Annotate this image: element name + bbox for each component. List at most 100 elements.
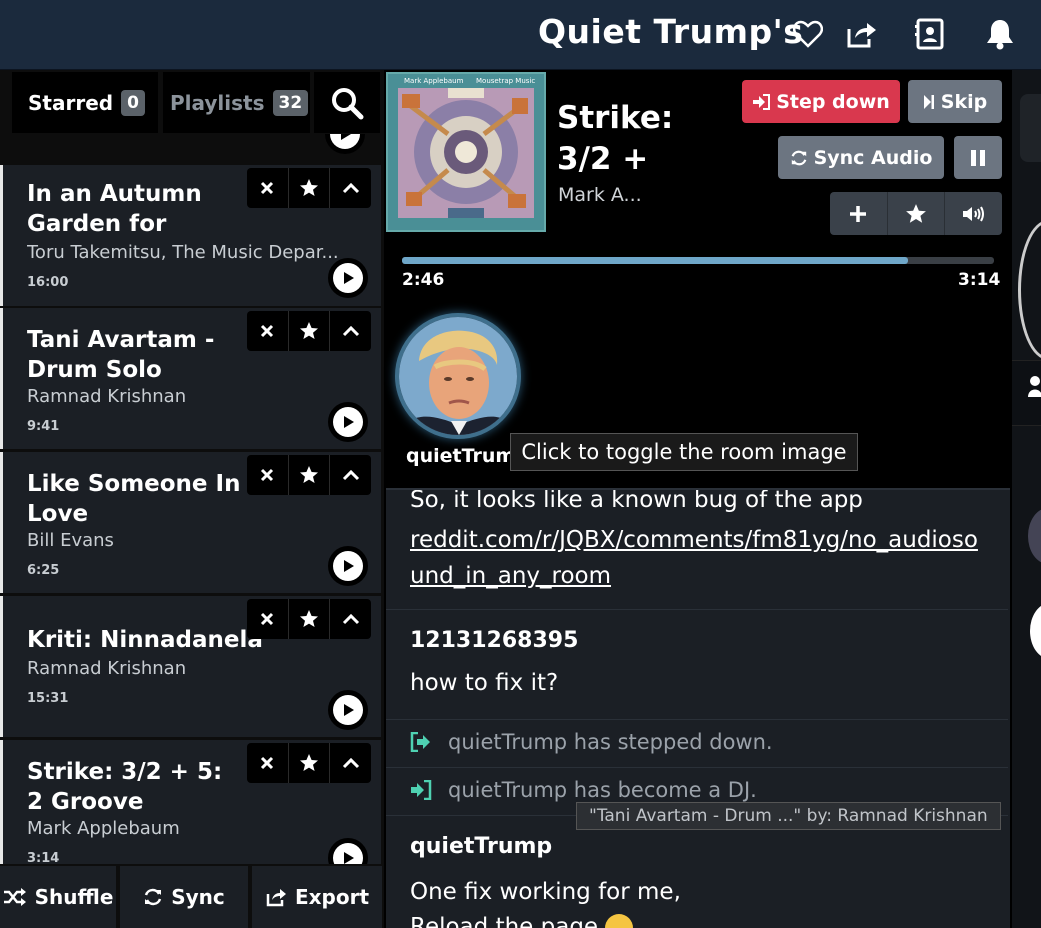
- remove-icon[interactable]: [247, 743, 289, 783]
- track-actions: [247, 168, 371, 208]
- chat-message: 12131268395 how to fix it?: [386, 610, 1008, 720]
- users-tab[interactable]: [1012, 360, 1041, 426]
- track-artist: Toru Takemitsu, The Music Depar...: [27, 242, 339, 263]
- chevron-up-icon[interactable]: [330, 599, 371, 639]
- chevron-up-icon[interactable]: [330, 743, 371, 783]
- sync-audio-label: Sync Audio: [813, 146, 933, 169]
- track-duration: 9:41: [27, 419, 60, 434]
- queue-actions: Shuffle Sync Export: [0, 864, 384, 928]
- track-title: Strike: 3/2 + 5: 2 Groove: [27, 759, 223, 815]
- track-actions: [247, 599, 371, 639]
- album-cover-image: [398, 88, 534, 218]
- chat-username: quietTrump: [410, 834, 553, 859]
- sync-audio-button[interactable]: Sync Audio: [778, 136, 944, 179]
- volume-icon[interactable]: [945, 192, 1002, 235]
- step-down-label: Step down: [776, 90, 890, 113]
- system-message-content: quietTrump has stepped down.: [410, 730, 773, 754]
- now-playing-title-text: Strike: 3/2 +: [557, 100, 674, 177]
- users-icon: [1028, 376, 1041, 397]
- chat-panel: So, it looks like a known bug of the app…: [386, 488, 1010, 928]
- queue-list: In an Autumn Garden for Toru Takemitsu, …: [0, 134, 384, 864]
- room-header: Quiet Trump's: [0, 0, 1041, 70]
- list-item: Kriti: Ninnadanela Ramnad Krishnan 15:31: [0, 596, 381, 737]
- elapsed-time: 2:46: [402, 270, 445, 290]
- export-icon: [266, 889, 286, 907]
- remove-icon[interactable]: [247, 599, 289, 639]
- now-playing-title: Strike: 3/2 +: [557, 98, 674, 180]
- queue-tabs: Starred 0 Playlists 32: [0, 70, 384, 134]
- list-item: In an Autumn Garden for Toru Takemitsu, …: [0, 165, 381, 306]
- play-button[interactable]: [325, 134, 365, 154]
- chat-message: quietTrump One fix working for me, Reloa…: [386, 816, 1008, 928]
- album-art[interactable]: Mark Applebaum Mousetrap Music: [386, 72, 546, 232]
- chat-link-text[interactable]: reddit.com/r/JQBX/comments/fm81yg/no_aud…: [410, 527, 978, 589]
- tab-starred[interactable]: Starred 0: [12, 72, 158, 133]
- system-message-text: quietTrump has stepped down.: [448, 730, 773, 754]
- star-icon[interactable]: [289, 455, 331, 495]
- export-button[interactable]: Export: [252, 866, 382, 928]
- chat-link[interactable]: reddit.com/r/JQBX/comments/fm81yg/no_aud…: [410, 522, 990, 594]
- track-artist: Bill Evans: [27, 530, 114, 551]
- user-tile[interactable]: [1020, 94, 1041, 162]
- remove-icon[interactable]: [247, 311, 289, 351]
- list-item: Strike: 3/2 + 5: 2 Groove Mark Applebaum…: [0, 740, 381, 864]
- step-down-button[interactable]: Step down: [742, 80, 900, 123]
- play-button[interactable]: [328, 690, 368, 730]
- track-duration: 15:31: [27, 691, 69, 706]
- contact-card-icon[interactable]: [912, 16, 948, 52]
- chevron-up-icon[interactable]: [330, 455, 371, 495]
- room-title: Quiet Trump's: [538, 12, 804, 51]
- heart-icon[interactable]: [790, 16, 826, 52]
- track-artist: Ramnad Krishnan: [27, 658, 187, 679]
- track-title: Tani Avartam - Drum Solo: [27, 327, 215, 383]
- chat-username: 12131268395: [410, 628, 579, 653]
- star-icon[interactable]: [888, 192, 946, 235]
- queue-panel: Starred 0 Playlists 32 In an Autumn Gard…: [0, 70, 384, 928]
- add-icon[interactable]: [830, 192, 888, 235]
- track-title: Kriti: Ninnadanela: [27, 627, 263, 653]
- export-label: Export: [294, 885, 370, 909]
- search-button[interactable]: [314, 72, 380, 133]
- bell-icon[interactable]: [982, 16, 1018, 52]
- chat-message-text: One fix working for me,: [410, 879, 681, 905]
- sign-out-icon: [410, 732, 430, 752]
- play-button[interactable]: [328, 402, 368, 442]
- star-icon[interactable]: [289, 311, 331, 351]
- star-icon[interactable]: [289, 168, 331, 208]
- share-icon[interactable]: [843, 16, 879, 52]
- progress-bar[interactable]: [402, 257, 994, 264]
- tab-playlists[interactable]: Playlists 32: [163, 72, 310, 133]
- tab-playlists-label: Playlists: [170, 90, 265, 115]
- playlists-count-badge: 32: [272, 89, 309, 116]
- chat-message-text: Reload the page: [410, 909, 634, 928]
- smiley-icon: [605, 913, 634, 928]
- shuffle-button[interactable]: Shuffle: [0, 866, 116, 928]
- sync-button[interactable]: Sync: [120, 866, 248, 928]
- play-button[interactable]: [328, 838, 368, 864]
- list-item: Tani Avartam - Drum Solo Ramnad Krishnan…: [0, 308, 381, 449]
- skip-button[interactable]: Skip: [908, 80, 1002, 123]
- chevron-up-icon[interactable]: [330, 311, 371, 351]
- user-avatar[interactable]: [1030, 603, 1041, 659]
- star-icon[interactable]: [289, 743, 331, 783]
- track-actions: [247, 455, 371, 495]
- chat-message: So, it looks like a known bug of the app…: [386, 490, 1008, 610]
- pause-button[interactable]: [954, 136, 1002, 179]
- remove-icon[interactable]: [247, 455, 289, 495]
- system-message-content: quietTrump has become a DJ.: [410, 778, 757, 802]
- chevron-up-icon[interactable]: [330, 168, 371, 208]
- shuffle-icon: [3, 888, 26, 906]
- play-button[interactable]: [328, 546, 368, 586]
- track-actions: [247, 743, 371, 783]
- track-duration: 16:00: [27, 275, 69, 290]
- user-avatar[interactable]: [1028, 508, 1041, 564]
- track-duration: 3:14: [27, 851, 60, 864]
- skip-label: Skip: [940, 90, 988, 113]
- player-panel: Mark Applebaum Mousetrap Music Strike: 3…: [386, 70, 1010, 928]
- track-artist: Ramnad Krishnan: [27, 386, 187, 407]
- remove-icon[interactable]: [247, 168, 289, 208]
- dj-avatar[interactable]: [395, 313, 521, 439]
- track-artist: Mark Applebaum: [27, 818, 180, 839]
- star-icon[interactable]: [289, 599, 331, 639]
- play-button[interactable]: [328, 258, 368, 298]
